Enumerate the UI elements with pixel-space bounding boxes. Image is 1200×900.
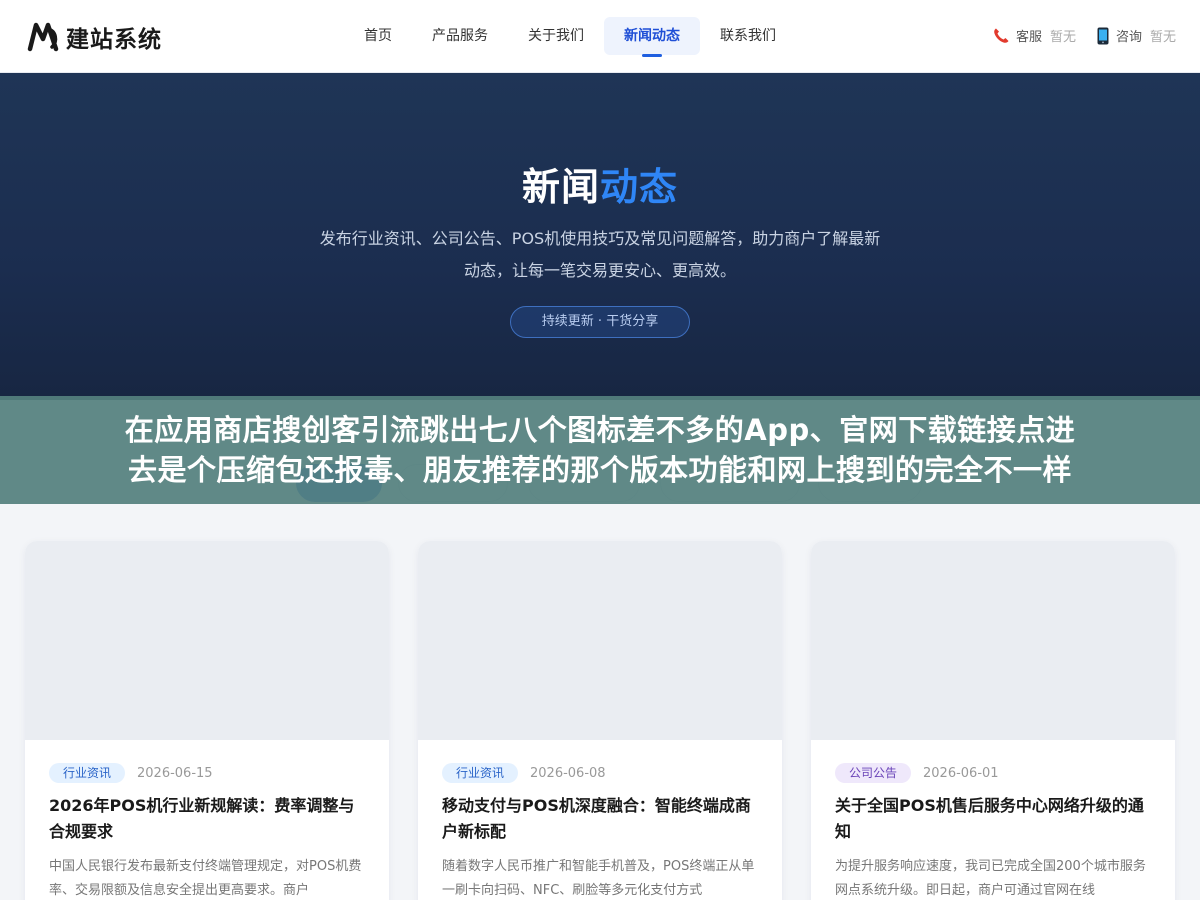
hero-title-accent: 动态	[600, 165, 679, 209]
logo-mark-icon	[27, 22, 59, 52]
hero-desc-line-1: 发布行业资讯、公司公告、POS机使用技巧及常见问题解答，助力商户了解最新	[319, 229, 881, 248]
logo-text: 建站系统	[66, 27, 162, 53]
publish-date: 2026-06-08	[530, 765, 606, 781]
header-contacts: 客服 暂无 咨询 暂无	[972, 26, 1176, 45]
hero-description: 发布行业资讯、公司公告、POS机使用技巧及常见问题解答，助力商户了解最新 动态，…	[280, 223, 920, 287]
nav-item-products[interactable]: 产品服务	[412, 17, 508, 55]
category-tag: 行业资讯	[49, 763, 126, 783]
main-nav: 首页 产品服务 关于我们 新闻动态 联系我们	[344, 17, 796, 57]
hero-desc-line-2: 动态，让每一笔交易更安心、更高效。	[463, 261, 736, 280]
hero-title-main: 新闻	[521, 165, 600, 209]
contact-consult[interactable]: 咨询 暂无	[1096, 26, 1176, 45]
contact-service-value: 暂无	[1049, 30, 1076, 45]
caption-overlay: 在应用商店搜创客引流跳出七八个图标差不多的App、官网下载链接点进 去是个压缩包…	[0, 396, 1200, 504]
contact-service[interactable]: 客服 暂无	[992, 26, 1076, 45]
mobile-icon	[1097, 27, 1109, 44]
news-card-title[interactable]: 2026年POS机行业新规解读：费率调整与合规要求	[49, 793, 369, 845]
hero-banner: 新闻动态 发布行业资讯、公司公告、POS机使用技巧及常见问题解答，助力商户了解最…	[0, 73, 1200, 400]
hero-badge: 持续更新 · 干货分享	[510, 306, 690, 338]
news-card[interactable]: 公司公告 2026-06-01 关于全国POS机售后服务中心网络升级的通知 为提…	[811, 541, 1175, 900]
nav-item-news[interactable]: 新闻动态	[604, 17, 700, 57]
news-card[interactable]: 行业资讯 2026-06-15 2026年POS机行业新规解读：费率调整与合规要…	[25, 541, 389, 900]
news-card-image	[811, 541, 1175, 740]
news-card-summary: 中国人民银行发布最新支付终端管理规定，对POS机费率、交易限额及信息安全提出更高…	[49, 859, 362, 898]
publish-date: 2026-06-01	[923, 765, 999, 781]
caption-line-1: 在应用商店搜创客引流跳出七八个图标差不多的App、官网下载链接点进	[124, 413, 1076, 447]
contact-consult-value: 暂无	[1149, 30, 1176, 45]
news-card-title[interactable]: 关于全国POS机售后服务中心网络升级的通知	[835, 793, 1155, 845]
caption-line-2: 去是个压缩包还报毒、朋友推荐的那个版本功能和网上搜到的完全不一样	[127, 453, 1072, 487]
phone-icon	[994, 28, 1009, 43]
category-tag: 公司公告	[835, 763, 912, 783]
news-card-image	[25, 541, 389, 740]
news-card[interactable]: 行业资讯 2026-06-08 移动支付与POS机深度融合：智能终端成商户新标配…	[418, 541, 782, 900]
news-card-meta: 行业资讯 2026-06-08	[442, 763, 606, 783]
news-card-meta: 公司公告 2026-06-01	[835, 763, 999, 783]
news-card-meta: 行业资讯 2026-06-15	[49, 763, 213, 783]
category-tag: 行业资讯	[442, 763, 519, 783]
site-header: 建站系统 首页 产品服务 关于我们 新闻动态 联系我们 客服 暂无 咨询 暂无	[0, 0, 1200, 73]
news-card-summary: 随着数字人民币推广和智能手机普及，POS终端正从单一刷卡向扫码、NFC、刷脸等多…	[442, 859, 755, 898]
hero-title: 新闻动态	[0, 156, 1200, 211]
contact-consult-label: 咨询	[1115, 30, 1142, 45]
logo[interactable]: 建站系统	[26, 18, 162, 56]
contact-service-label: 客服	[1015, 30, 1042, 45]
nav-item-home[interactable]: 首页	[344, 17, 412, 55]
nav-item-about[interactable]: 关于我们	[508, 17, 604, 55]
news-card-summary: 为提升服务响应速度，我司已完成全国200个城市服务网点系统升级。即日起，商户可通…	[835, 859, 1146, 898]
news-card-image	[418, 541, 782, 740]
news-card-title[interactable]: 移动支付与POS机深度融合：智能终端成商户新标配	[442, 793, 762, 845]
publish-date: 2026-06-15	[137, 765, 213, 781]
nav-item-contact[interactable]: 联系我们	[700, 17, 796, 55]
